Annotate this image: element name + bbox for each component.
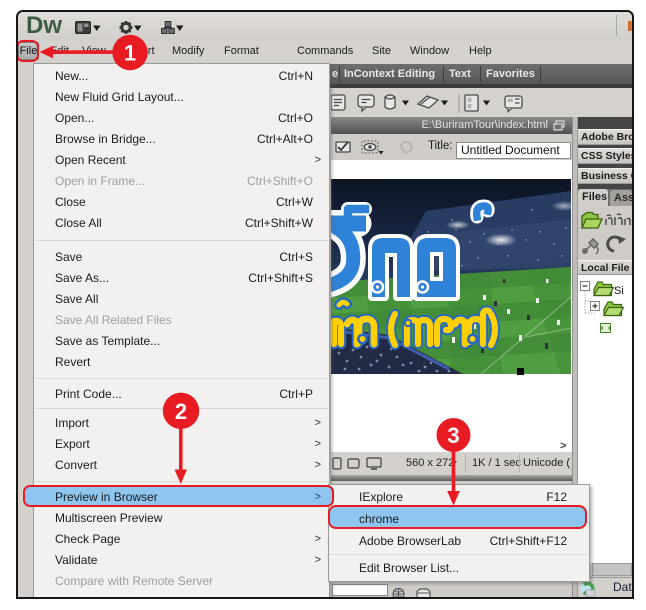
svg-text:Si: Si bbox=[614, 285, 624, 297]
